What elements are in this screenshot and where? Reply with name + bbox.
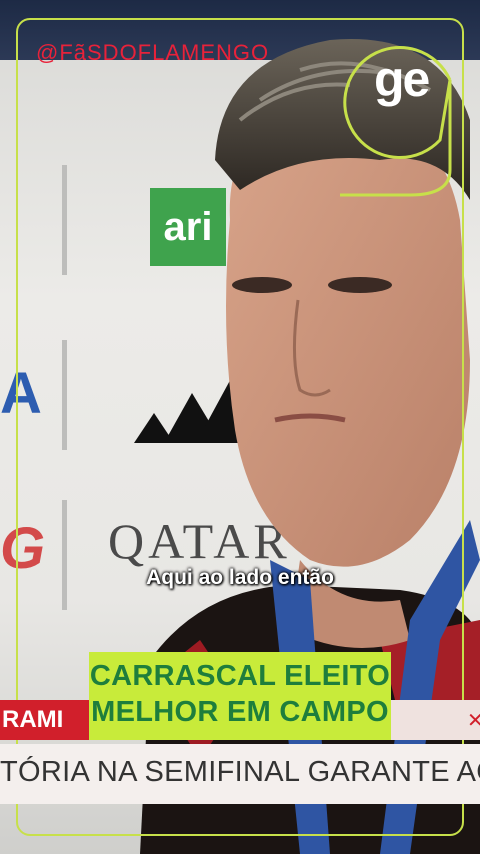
- speech-caption: Aqui ao lado então: [146, 566, 334, 589]
- source-handle: @FãSDOFLAMENGO: [36, 40, 270, 65]
- news-ticker: TÓRIA NA SEMIFINAL GARANTE AO FLAME: [0, 744, 480, 804]
- ge-brand-swoosh: [340, 46, 452, 197]
- broadcast-tag: RAMI: [0, 700, 96, 740]
- broadcast-strip: ✕: [391, 700, 480, 740]
- headline-line-2: MELHOR EM CAMPO: [91, 696, 389, 728]
- close-x-icon: ✕: [467, 710, 480, 732]
- video-frame: ari QATAR A G @FãSDOFLAMENGO ge Aqui ao …: [0, 0, 480, 854]
- headline-line-1: CARRASCAL ELEITO: [89, 660, 391, 692]
- ticker-text: TÓRIA NA SEMIFINAL GARANTE AO FLAME: [0, 756, 480, 788]
- headline-box: CARRASCAL ELEITO MELHOR EM CAMPO: [89, 652, 391, 740]
- ge-logo: ge: [374, 51, 430, 107]
